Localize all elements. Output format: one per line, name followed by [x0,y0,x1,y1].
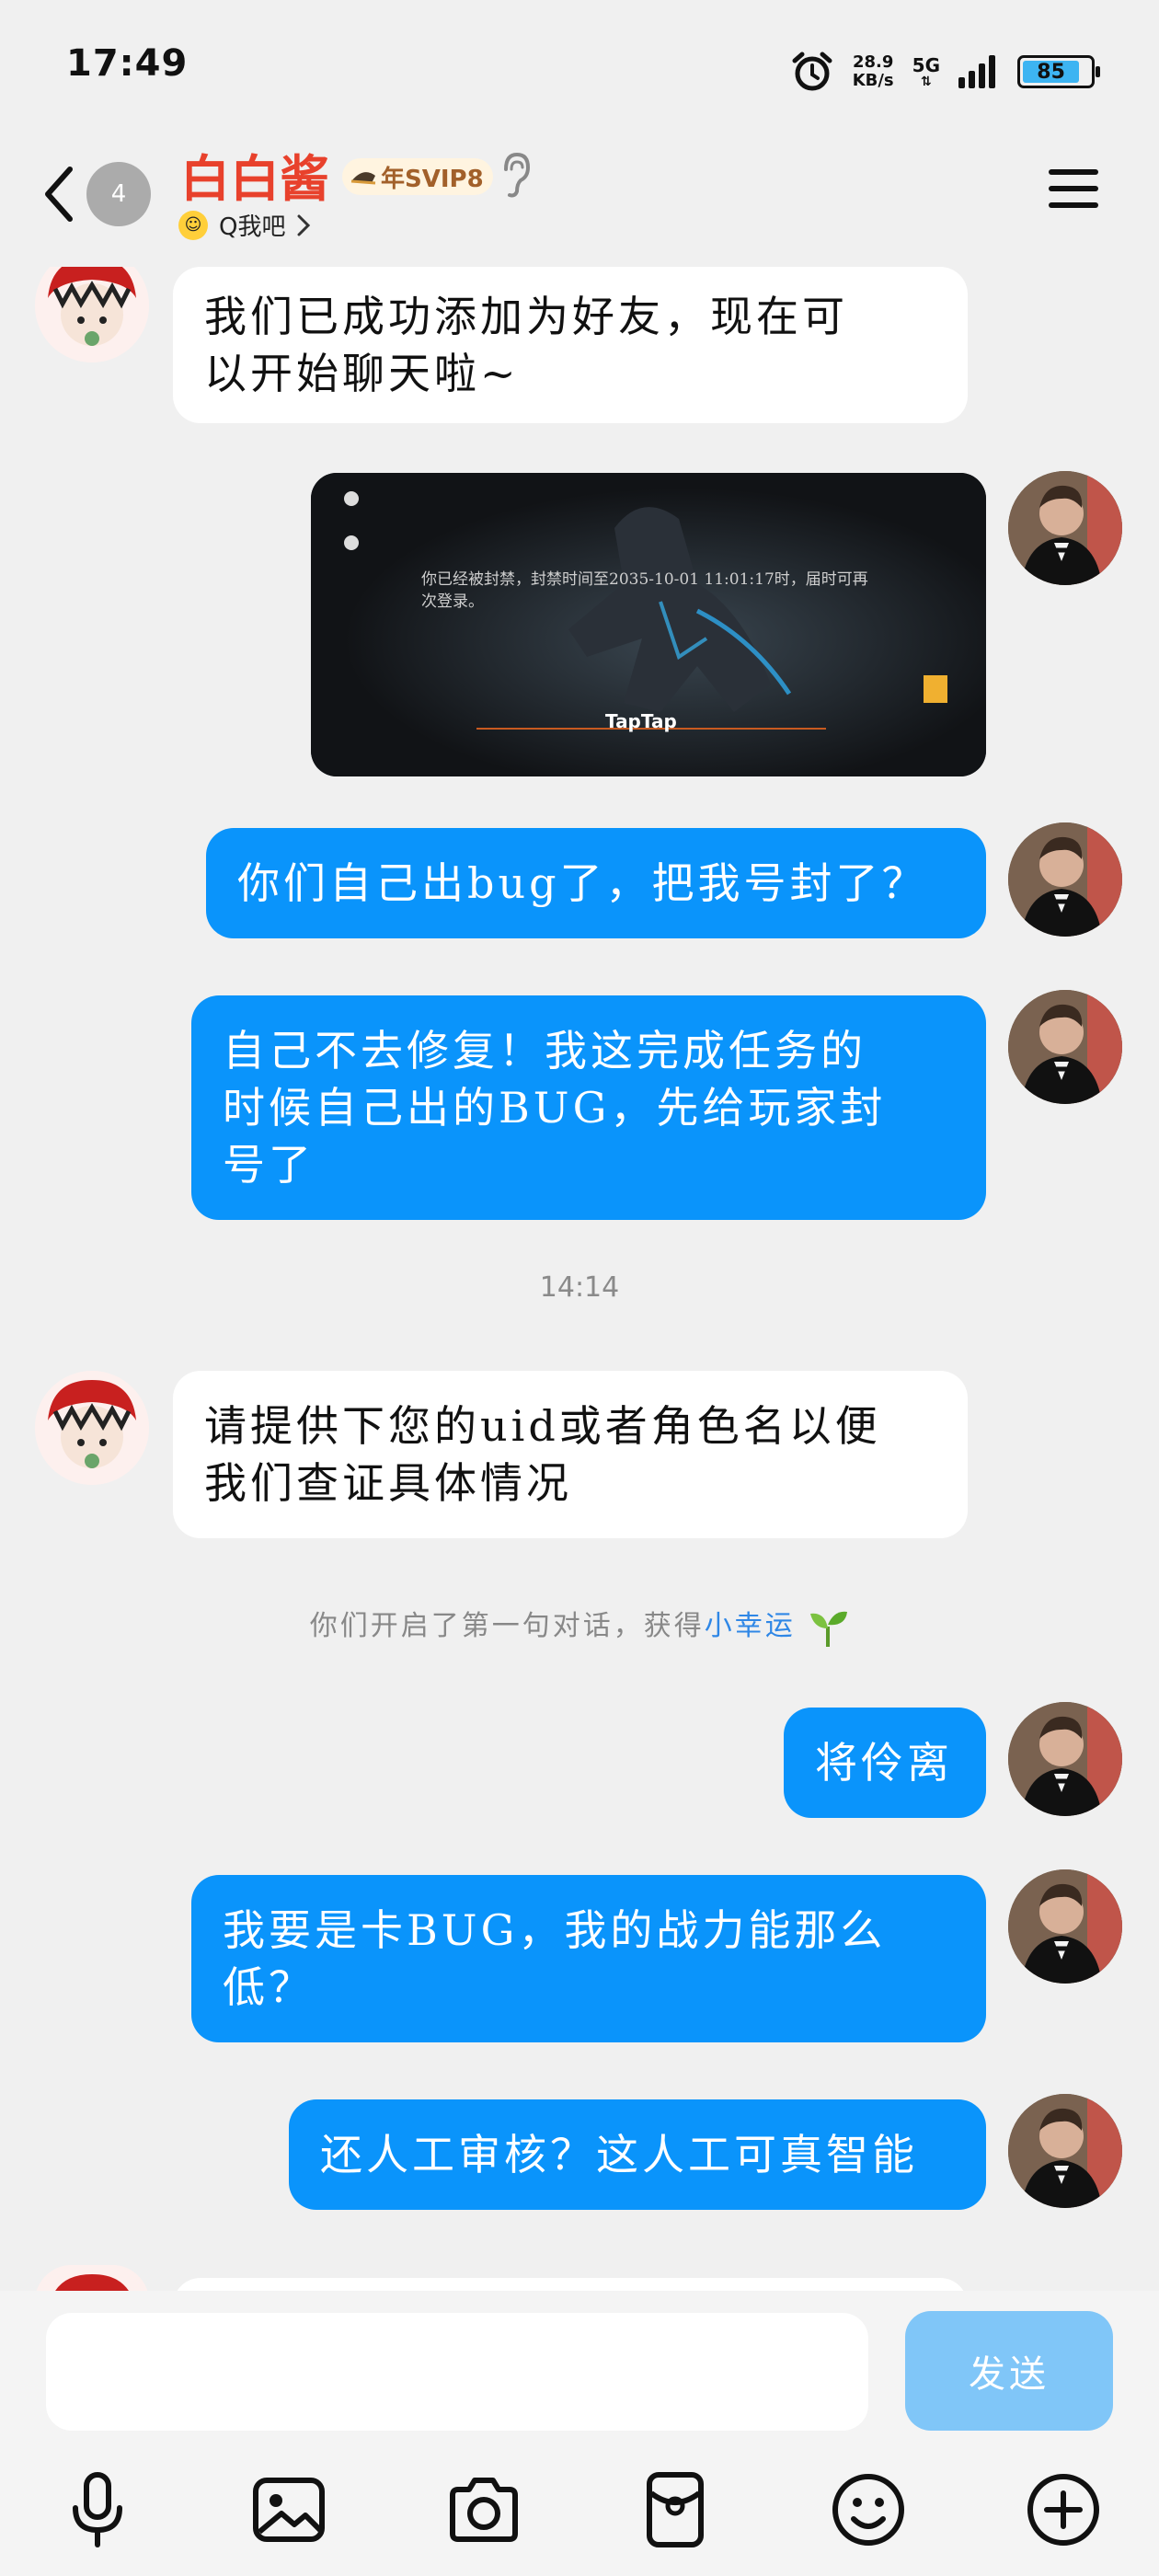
message-bubble-outgoing[interactable]: 还人工审核？这人工可真智能 [289,2099,986,2210]
network-type: 5G ⇅ [912,55,940,88]
status-icons: 28.9 KB/s 5G ⇅ 85 [790,46,1100,98]
notice-highlight[interactable]: 小幸运 [705,1610,796,1642]
message-text: 我们已成功添加为好友，现在可 [204,292,848,341]
status-text: Q我吧 [219,213,286,241]
speed-unit: KB/s [852,71,894,90]
message-text: 我要是卡BUG，我的战力能那么 [223,1905,887,1955]
contact-avatar[interactable] [35,1371,149,1485]
microphone-icon[interactable] [53,2466,142,2554]
data-arrows-icon: ⇅ [920,75,932,89]
message-bubble-incoming[interactable]: 我们已成功添加为好友，现在可 以开始聊天啦~ [173,267,968,423]
message-bubble-outgoing[interactable]: 将伶离 [784,1708,986,1818]
emoji-icon[interactable] [824,2466,912,2554]
message-row: 我们已成功添加为好友，现在可 以开始聊天啦~ [0,267,1159,423]
notice-text: 你们开启了第一句对话，获得 [309,1610,705,1642]
message-image[interactable]: 你已经被封禁，封禁时间至2035-10-01 11:01:17时，届时可再次登录… [311,473,986,776]
message-text: 我们查证具体情况 [204,1458,572,1508]
message-text: 号了 [223,1140,315,1190]
network-label: 5G [912,54,940,76]
unread-count-badge[interactable]: 4 [86,162,151,226]
message-row: 你们自己出bug了，把我号封了？ [0,822,1159,942]
user-avatar[interactable] [1008,1702,1122,1816]
chat-toolbar [0,2466,1159,2558]
chat-area[interactable]: 我们已成功添加为好友，现在可 以开始聊天啦~ 你已经被封禁，封禁时间至2035-… [0,267,1159,2291]
vip-hat-icon [350,172,376,185]
clock: 17:49 [66,42,189,85]
message-text: 自己不去修复！我这完成任务的 [223,1026,866,1075]
back-icon[interactable] [37,162,83,226]
sprout-icon [810,1611,848,1647]
status-bar: 17:49 28.9 KB/s 5G ⇅ 85 [0,0,1159,138]
user-avatar[interactable] [1008,822,1122,937]
message-bubble-outgoing[interactable]: 我要是卡BUG，我的战力能那么 低？ [191,1875,986,2042]
message-row: 我要是卡BUG，我的战力能那么 低？ [0,1869,1159,2044]
message-text: 时候自己出的BUG，先给玩家封 [223,1083,887,1133]
message-text: 还人工审核？这人工可真智能 [320,2130,918,2179]
network-speed: 28.9 KB/s [853,53,894,90]
message-row: 你已经被封禁，封禁时间至2035-10-01 11:01:17时，届时可再次登录… [0,471,1159,784]
message-row [0,2265,1159,2291]
message-text: 低？ [223,1962,315,2012]
taptap-logo: TapTap [605,710,677,732]
user-avatar[interactable] [1008,471,1122,585]
contact-name[interactable]: 白白酱 [180,138,329,211]
message-timestamp: 14:14 [539,1271,620,1304]
battery-level: 85 [1023,61,1080,84]
alarm-icon [792,52,832,91]
contact-avatar[interactable] [35,267,149,362]
message-text: 请提供下您的uid或者角色名以便 [204,1401,881,1451]
message-row: 将伶离 [0,1702,1159,1822]
battery-icon: 85 [1017,55,1100,88]
system-notice: 你们开启了第一句对话，获得小幸运 [0,1603,1159,1649]
send-button[interactable]: 发送 [905,2311,1113,2431]
ban-notice-text: 你已经被封禁，封禁时间至2035-10-01 11:01:17时，届时可再次登录… [421,570,868,611]
camera-icon[interactable] [440,2466,528,2554]
message-bubble-outgoing[interactable]: 你们自己出bug了，把我号封了？ [206,828,986,938]
message-text: 你们自己出bug了，把我号封了？ [237,858,928,908]
user-avatar[interactable] [1008,1869,1122,1984]
message-input[interactable] [46,2313,868,2431]
contact-status[interactable]: ☺ Q我吧 [178,208,311,242]
message-row: 请提供下您的uid或者角色名以便 我们查证具体情况 [0,1371,1159,1546]
plus-icon[interactable] [1019,2466,1107,2554]
smile-icon: ☺ [178,210,208,240]
menu-icon[interactable] [1049,169,1098,215]
user-avatar[interactable] [1008,990,1122,1104]
speed-value: 28.9 [852,52,894,72]
message-row: 自己不去修复！我这完成任务的 时候自己出的BUG，先给玩家封 号了 [0,990,1159,1220]
message-row: 还人工审核？这人工可真智能 [0,2094,1159,2214]
contact-avatar[interactable] [35,2265,149,2291]
ear-icon[interactable] [499,151,532,199]
chevron-right-icon [297,214,311,236]
message-bubble-incoming[interactable]: 请提供下您的uid或者角色名以便 我们查证具体情况 [173,1371,968,1538]
chat-header: 4 白白酱 年SVIP8 ☺ Q我吧 [0,138,1159,267]
vip-badge[interactable]: 年SVIP8 [342,158,493,195]
message-bubble-incoming[interactable] [173,2278,968,2291]
message-text: 以开始聊天啦~ [204,349,520,398]
message-text: 将伶离 [815,1738,953,1788]
image-icon[interactable] [245,2466,333,2554]
signal-icon [958,55,995,88]
red-packet-icon[interactable] [631,2466,719,2554]
message-bubble-outgoing[interactable]: 自己不去修复！我这完成任务的 时候自己出的BUG，先给玩家封 号了 [191,995,986,1220]
vip-badge-label: 年SVIP8 [381,165,484,193]
user-avatar[interactable] [1008,2094,1122,2208]
input-bar: 发送 [0,2291,1159,2576]
